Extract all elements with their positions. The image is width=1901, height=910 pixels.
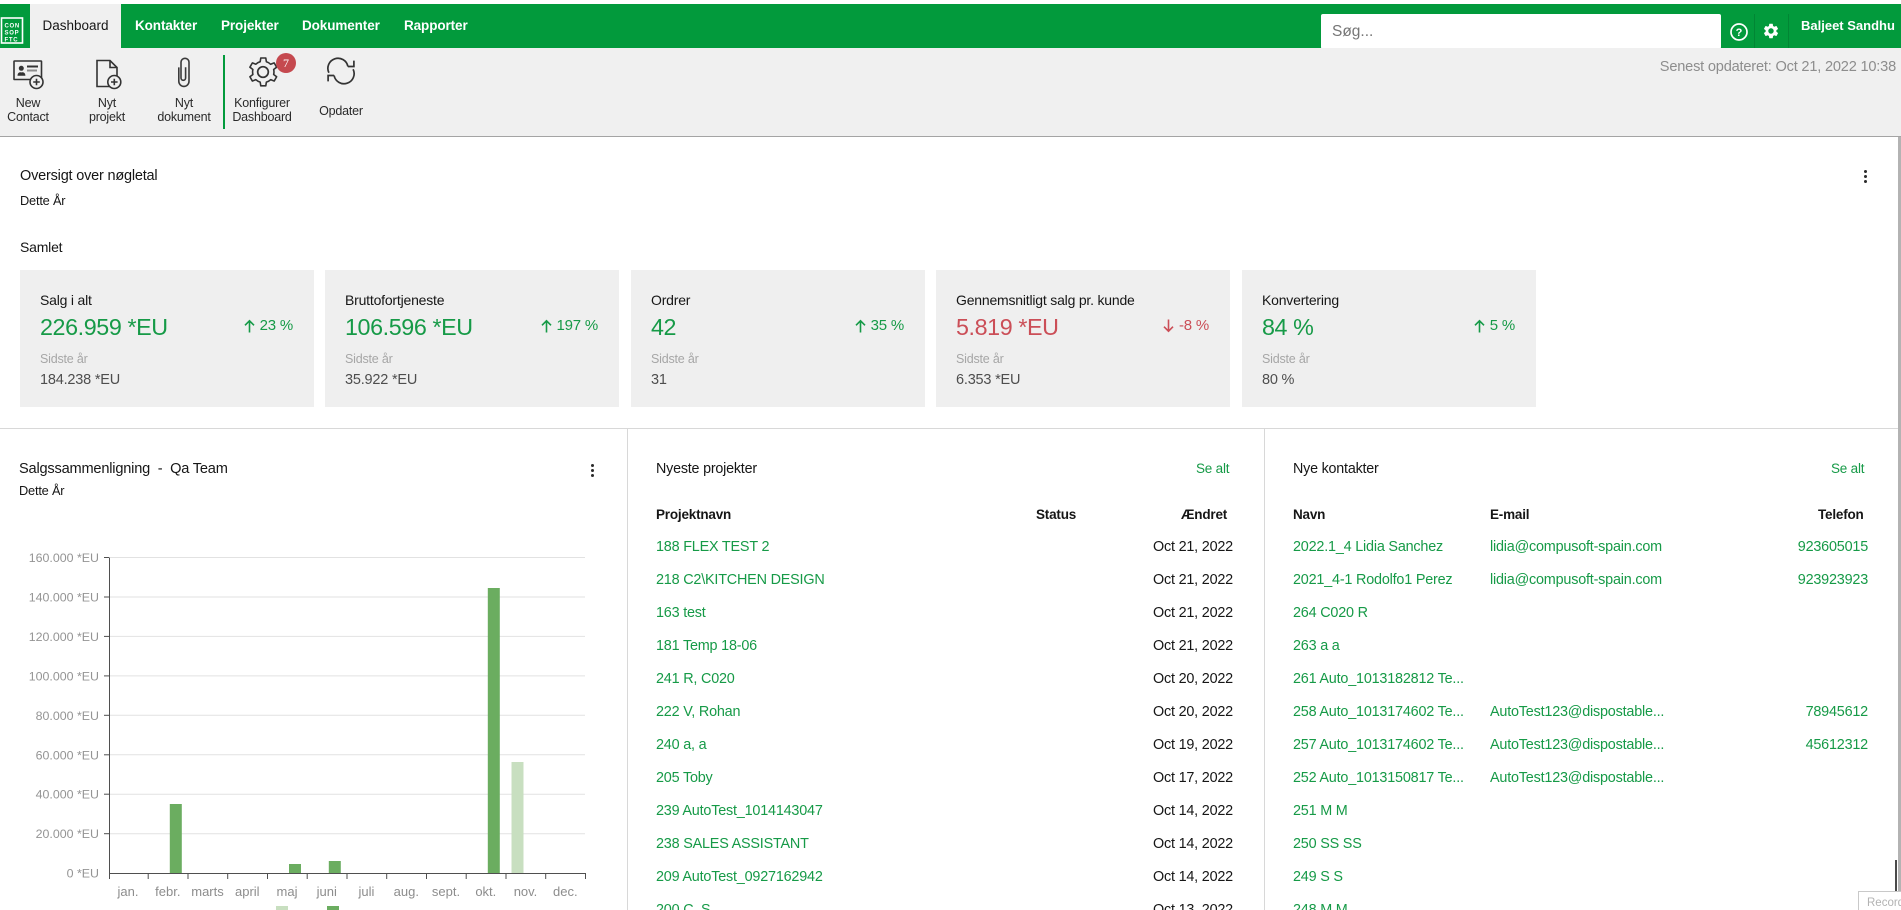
svg-text:140.000 *EU: 140.000 *EU [29,591,99,605]
svg-text:60.000 *EU: 60.000 *EU [36,748,99,762]
svg-text:nov.: nov. [514,884,538,899]
svg-text:?: ? [1736,27,1743,39]
svg-text:20.000 *EU: 20.000 *EU [36,827,99,841]
svg-text:FTC: FTC [5,38,19,44]
svg-text:marts: marts [191,884,224,899]
svg-text:sept.: sept. [432,884,460,899]
svg-text:SOP: SOP [5,31,20,37]
svg-text:okt.: okt. [475,884,496,899]
svg-text:juli: juli [358,884,375,899]
svg-text:120.000 *EU: 120.000 *EU [29,630,99,644]
svg-text:100.000 *EU: 100.000 *EU [29,669,99,683]
svg-text:aug.: aug. [394,884,419,899]
svg-text:CON: CON [5,24,20,30]
svg-text:april: april [235,884,260,899]
svg-text:juni: juni [316,884,337,899]
svg-text:febr.: febr. [155,884,180,899]
svg-text:40.000 *EU: 40.000 *EU [36,788,99,802]
svg-text:dec.: dec. [553,884,578,899]
svg-text:0 *EU: 0 *EU [67,867,99,881]
svg-text:80.000 *EU: 80.000 *EU [36,709,99,723]
svg-text:160.000 *EU: 160.000 *EU [29,551,99,565]
svg-text:maj: maj [277,884,298,899]
svg-text:jan.: jan. [117,884,139,899]
